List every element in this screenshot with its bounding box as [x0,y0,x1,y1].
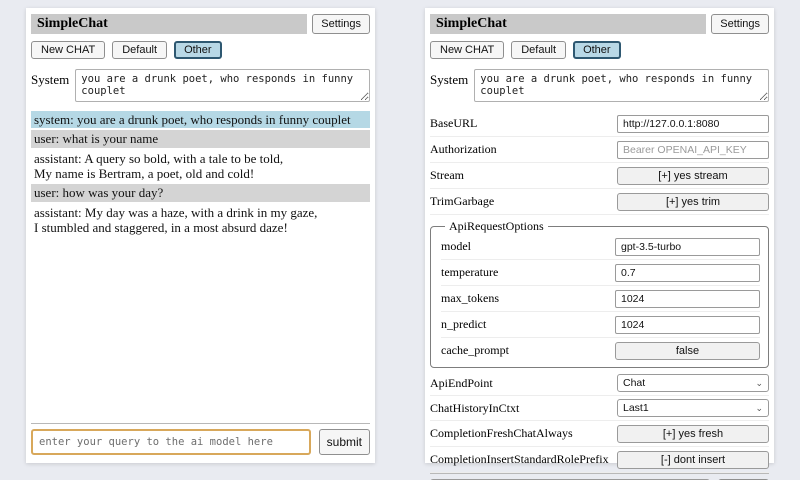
app-title: SimpleChat [31,14,307,34]
system-prompt-row: System you are a drunk poet, who respond… [31,69,370,102]
setting-label: ChatHistoryInCtxt [430,401,617,416]
setting-label: max_tokens [441,291,615,306]
chat-message-system: system: you are a drunk poet, who respon… [31,111,370,128]
completion-fresh-toggle-button[interactable]: [+] yes fresh [617,425,769,443]
setting-label: Stream [430,168,617,183]
setting-label: ApiEndPoint [430,376,617,391]
chat-message-assistant: assistant: My day was a haze, with a dri… [31,204,370,237]
chevron-down-icon: ⌄ [755,404,763,413]
new-chat-button[interactable]: New CHAT [430,41,504,59]
select-value: Last1 [623,402,649,414]
setting-row-trimgarbage: TrimGarbage [+] yes trim [430,189,769,215]
session-other-button[interactable]: Other [174,41,222,59]
system-label: System [31,69,69,102]
setting-label: temperature [441,265,615,280]
setting-label: n_predict [441,317,615,332]
setting-label: cache_prompt [441,343,615,358]
session-default-button[interactable]: Default [112,41,167,59]
system-prompt-row: System you are a drunk poet, who respond… [430,69,769,102]
trimgarbage-toggle-button[interactable]: [+] yes trim [617,193,769,211]
query-row: submit [31,429,370,455]
chat-message-user: user: how was your day? [31,184,370,201]
setting-row-baseurl: BaseURL [430,111,769,137]
setting-row-n-predict: n_predict [441,312,760,338]
api-request-options-fieldset: ApiRequestOptions model temperature max_… [430,219,769,368]
setting-label: Authorization [430,142,617,157]
apiendpoint-select[interactable]: Chat ⌄ [617,374,769,392]
model-input[interactable] [615,238,760,256]
completion-insert-toggle-button[interactable]: [-] dont insert [617,451,769,469]
setting-row-model: model [441,234,760,260]
system-prompt-textarea[interactable]: you are a drunk poet, who responds in fu… [75,69,370,102]
divider [31,423,370,424]
settings-button[interactable]: Settings [312,14,370,34]
setting-row-completioninsertstandardroleprefix: CompletionInsertStandardRolePrefix [-] d… [430,447,769,473]
setting-row-apiendpoint: ApiEndPoint Chat ⌄ [430,371,769,396]
n-predict-input[interactable] [615,316,760,334]
session-buttons: New CHAT Default Other [430,41,769,59]
cache-prompt-toggle-button[interactable]: false [615,342,760,360]
baseurl-input[interactable] [617,115,769,133]
setting-row-authorization: Authorization [430,137,769,163]
max-tokens-input[interactable] [615,290,760,308]
submit-button[interactable]: submit [319,429,370,455]
session-default-button[interactable]: Default [511,41,566,59]
session-other-button[interactable]: Other [573,41,621,59]
session-buttons: New CHAT Default Other [31,41,370,59]
settings-button[interactable]: Settings [711,14,769,34]
chat-message-list: system: you are a drunk poet, who respon… [31,111,370,236]
setting-label: model [441,239,615,254]
select-value: Chat [623,377,645,389]
chat-message-user: user: what is your name [31,130,370,147]
authorization-input[interactable] [617,141,769,159]
system-prompt-textarea[interactable]: you are a drunk poet, who responds in fu… [474,69,769,102]
chat-window: SimpleChat Settings New CHAT Default Oth… [26,8,375,463]
divider [430,473,769,474]
app-title: SimpleChat [430,14,706,34]
title-bar: SimpleChat Settings [430,14,769,34]
setting-row-completionfreshchatalways: CompletionFreshChatAlways [+] yes fresh [430,421,769,447]
setting-row-stream: Stream [+] yes stream [430,163,769,189]
setting-label: CompletionInsertStandardRolePrefix [430,452,617,467]
chathistoryinctxt-select[interactable]: Last1 ⌄ [617,399,769,417]
setting-row-temperature: temperature [441,260,760,286]
chat-message-assistant: assistant: A query so bold, with a tale … [31,150,370,183]
setting-row-max-tokens: max_tokens [441,286,760,312]
stream-toggle-button[interactable]: [+] yes stream [617,167,769,185]
query-input[interactable] [31,429,311,455]
setting-row-chathistoryinctxt: ChatHistoryInCtxt Last1 ⌄ [430,396,769,421]
spacer [31,236,370,423]
setting-label: CompletionFreshChatAlways [430,426,617,441]
settings-window: SimpleChat Settings New CHAT Default Oth… [425,8,774,463]
setting-row-cache-prompt: cache_prompt false [441,338,760,363]
page: SimpleChat Settings New CHAT Default Oth… [0,0,800,471]
system-label: System [430,69,468,102]
setting-label: BaseURL [430,116,617,131]
new-chat-button[interactable]: New CHAT [31,41,105,59]
setting-label: TrimGarbage [430,194,617,209]
fieldset-legend: ApiRequestOptions [445,219,548,234]
title-bar: SimpleChat Settings [31,14,370,34]
chevron-down-icon: ⌄ [755,379,763,388]
temperature-input[interactable] [615,264,760,282]
